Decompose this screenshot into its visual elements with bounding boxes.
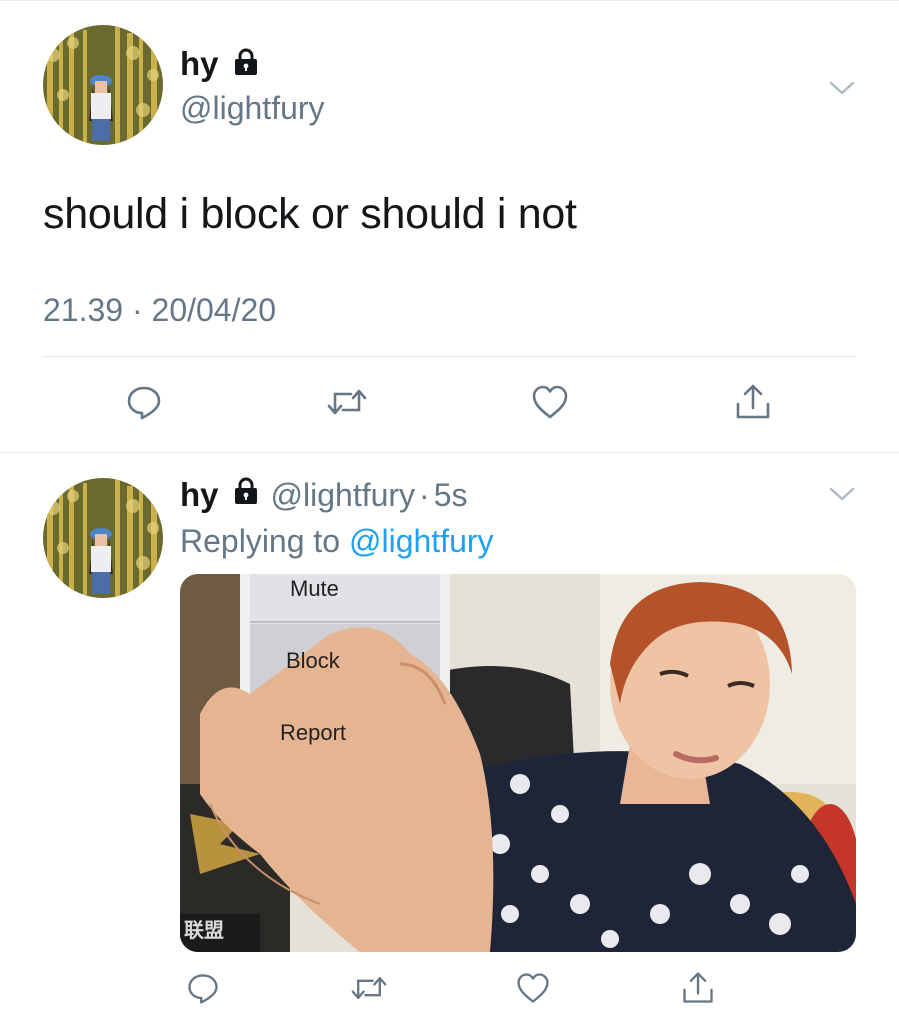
retweet-icon — [325, 382, 369, 427]
meta-separator: · — [123, 292, 152, 328]
reply-avatar[interactable] — [43, 478, 163, 598]
like-button[interactable] — [511, 968, 555, 1012]
reply-author-handle[interactable]: @lightfury — [271, 475, 416, 515]
reply-button[interactable] — [122, 382, 166, 426]
media-menu-block: Block — [286, 648, 340, 673]
share-button[interactable] — [676, 968, 720, 1012]
media-watermark: 联盟 — [184, 920, 224, 942]
chevron-down-icon[interactable] — [829, 80, 855, 96]
media-menu-report: Report — [280, 720, 347, 745]
reply-header: hy @lightfury · 5s — [180, 475, 468, 515]
like-icon — [514, 970, 552, 1011]
author-name-row: hy — [180, 44, 261, 84]
reply-icon — [124, 382, 164, 427]
tweet-media-image[interactable]: Mute Block Report 联盟 — [180, 574, 856, 952]
action-bar — [0, 382, 899, 426]
chevron-down-icon[interactable] — [829, 486, 855, 502]
reply-button[interactable] — [181, 968, 225, 1012]
share-button[interactable] — [731, 382, 775, 426]
like-icon — [529, 382, 571, 427]
tweet-date: 20/04/20 — [151, 292, 277, 328]
lock-icon — [231, 47, 261, 82]
reply-icon — [185, 970, 221, 1011]
replying-prefix: Replying to — [180, 523, 349, 559]
reply-dot: · — [419, 477, 430, 513]
author-handle[interactable]: @lightfury — [180, 88, 325, 128]
media-menu-mute: Mute — [290, 576, 339, 601]
tweet-time: 21.39 — [43, 292, 124, 328]
retweet-button[interactable] — [325, 382, 369, 426]
divider — [43, 356, 855, 357]
like-button[interactable] — [528, 382, 572, 426]
share-icon — [680, 970, 716, 1011]
tweet-timestamp[interactable]: 21.39 · 20/04/20 — [43, 290, 276, 330]
tweet-text: should i block or should i not — [43, 190, 577, 238]
replying-to: Replying to @lightfury — [180, 521, 494, 561]
main-tweet: hy @lightfury should i block or should i… — [0, 0, 899, 452]
retweet-icon — [349, 970, 389, 1011]
author-name[interactable]: hy — [180, 44, 219, 84]
tweet-divider — [0, 452, 899, 453]
share-icon — [733, 382, 773, 427]
lock-icon — [231, 475, 261, 515]
reply-time[interactable]: 5s — [434, 475, 468, 515]
retweet-button[interactable] — [347, 968, 391, 1012]
reply-action-bar — [0, 968, 899, 1012]
reply-author-name[interactable]: hy — [180, 475, 219, 515]
replying-mention[interactable]: @lightfury — [349, 523, 494, 559]
avatar[interactable] — [43, 25, 163, 145]
